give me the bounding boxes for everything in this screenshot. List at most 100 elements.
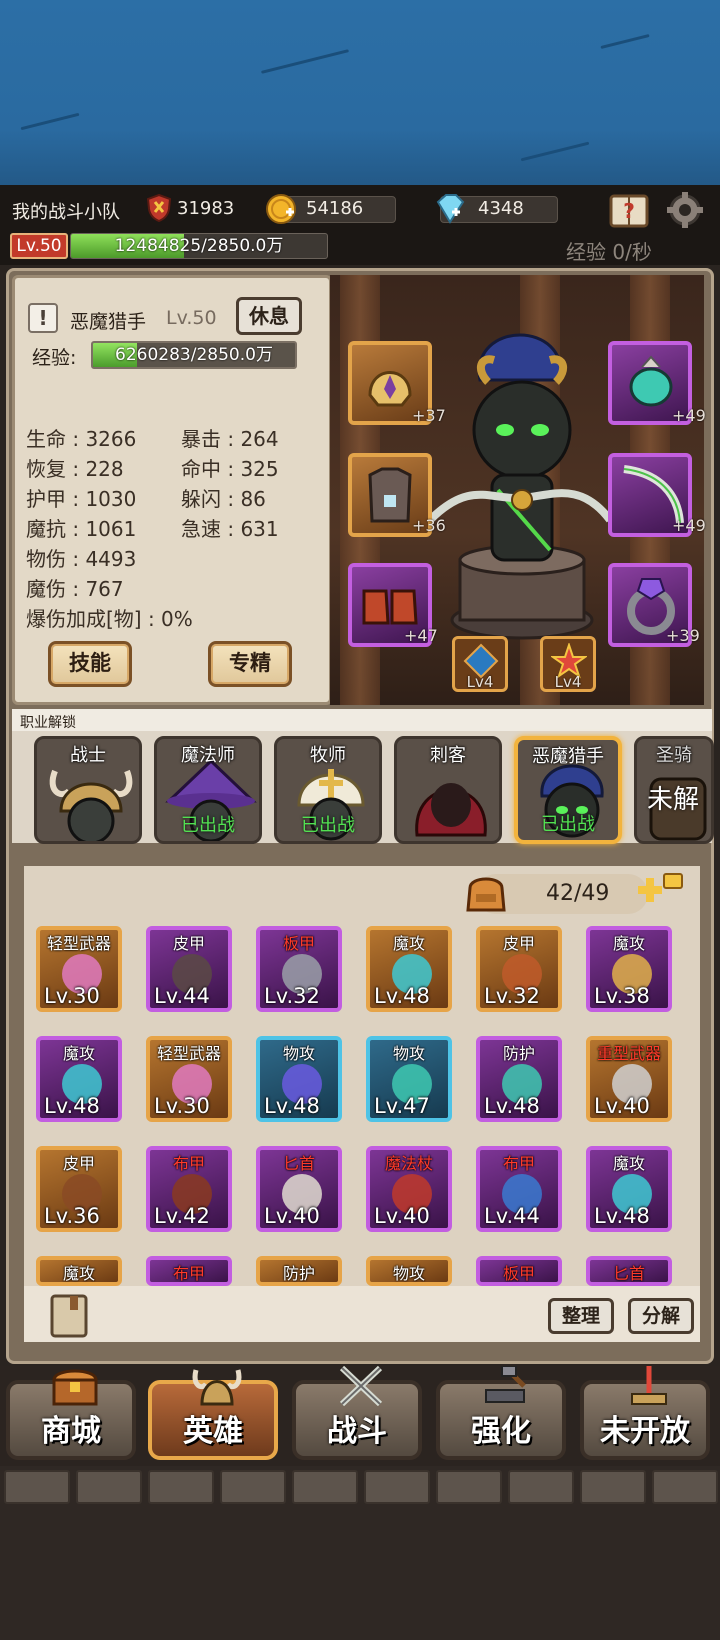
nav-locked[interactable]: 未开放 [580,1366,710,1460]
inventory-item[interactable]: 防护 [256,1256,342,1286]
amulet-plus: +49 [672,406,706,425]
nav-hero[interactable]: 英雄 [148,1369,278,1460]
class-card-paladin[interactable]: 圣骑 未解 [634,736,714,844]
skill-button[interactable]: 技能 [48,641,132,687]
class-name: 魔法师 [181,745,235,766]
gem-slot-1[interactable]: Lv4 [452,636,508,692]
player-exp-text: 12484825/2850.0万 [114,236,284,256]
inventory-item[interactable]: 魔攻 Lv.48 [586,1146,672,1232]
inventory-item[interactable]: 布甲 [146,1256,232,1286]
item-level: Lv.48 [594,1204,650,1228]
class-status: 已出战 [541,814,595,835]
inventory-item[interactable]: 物攻 [366,1256,452,1286]
mastery-button[interactable]: 专精 [208,641,292,687]
team-power: 31983 [177,198,235,219]
brick [4,1470,70,1504]
inventory-item[interactable]: 皮甲 Lv.44 [146,926,232,1012]
expand-bag-icon[interactable] [632,870,684,910]
inventory-item[interactable]: 匕首 Lv.40 [256,1146,342,1232]
class-card-mage[interactable]: 魔法师 已出战 [154,736,262,844]
class-card-demon-hunter[interactable]: 恶魔猎手 已出战 [514,736,622,844]
item-level: Lv.40 [594,1094,650,1118]
item-type: 板甲 [282,934,315,953]
class-name: 牧师 [310,745,346,766]
inventory-item[interactable]: 重型武器 Lv.40 [586,1036,672,1122]
item-type: 物攻 [392,1264,425,1283]
stat-regen: 恢复 : 228 [26,457,124,481]
inventory-item[interactable]: 布甲 Lv.44 [476,1146,562,1232]
crossed-swords-icon [339,1366,383,1406]
journal-icon[interactable] [48,1292,90,1340]
stat-pdmg: 物伤 : 4493 [26,547,137,571]
assassin-portrait [415,783,487,837]
nav-hero-label: 英雄 [183,1414,243,1449]
inventory-item[interactable]: 魔攻 Lv.38 [586,926,672,1012]
inventory-item[interactable]: 布甲 Lv.42 [146,1146,232,1232]
inventory-item[interactable]: 魔法杖 Lv.40 [366,1146,452,1232]
item-type: 魔攻 [62,1044,95,1063]
hero-portrait [430,333,610,640]
decompose-button[interactable]: 分解 [628,1298,694,1334]
sort-button[interactable]: 整理 [548,1298,614,1334]
class-card-warrior[interactable]: 战士 [34,736,142,844]
armor-icon [368,467,412,523]
item-level: Lv.42 [154,1204,210,1228]
class-card-assassin[interactable]: 刺客 [394,736,502,844]
shield-icon [146,194,172,222]
item-level: Lv.36 [44,1204,100,1228]
team-name: 我的战斗小队 [12,202,120,223]
nav-battle[interactable]: 战斗 [292,1366,422,1460]
stat-crit: 暴击 : 264 [181,427,279,451]
quest-book-icon[interactable]: ? [608,190,650,230]
nav-upgrade[interactable]: 强化 [436,1366,566,1460]
item-type: 重型武器 [596,1044,661,1063]
inventory-item[interactable]: 匕首 [586,1256,672,1286]
diamond-icon[interactable] [434,192,466,226]
stat-hp: 生命 : 3266 [26,427,137,451]
gem-1-level: Lv4 [466,673,494,691]
inventory-item[interactable]: 板甲 [476,1256,562,1286]
class-header [12,709,712,731]
sword-altar-icon [631,1366,667,1405]
item-level: Lv.38 [594,984,650,1008]
inventory-item[interactable]: 板甲 Lv.32 [256,926,342,1012]
hero-exp-bar: 6260283/2850.0万 [91,341,297,369]
gold-coin-icon[interactable] [264,192,298,226]
brick [148,1470,214,1504]
nav-shop-label: 商城 [41,1414,101,1449]
item-type: 匕首 [282,1154,315,1173]
inventory-item[interactable]: 防护 Lv.48 [476,1036,562,1122]
nav-upgrade-label: 强化 [471,1414,531,1449]
helmet-plus: +37 [412,406,446,425]
nav-battle-label: 战斗 [327,1414,387,1449]
amulet-icon [629,355,673,407]
inventory-item[interactable]: 物攻 Lv.47 [366,1036,452,1122]
item-type: 魔法杖 [384,1154,433,1173]
inventory-item[interactable]: 魔攻 Lv.48 [366,926,452,1012]
stat-dodge: 躲闪 : 86 [181,487,266,511]
info-icon[interactable]: ! [28,303,58,333]
stat-armor: 护甲 : 1030 [26,487,137,511]
class-card-priest[interactable]: 牧师 已出战 [274,736,382,844]
item-level: Lv.48 [374,984,430,1008]
nav-shop[interactable]: 商城 [6,1369,136,1460]
inventory-item[interactable]: 物攻 Lv.48 [256,1036,342,1122]
gem-slot-2[interactable]: Lv4 [540,636,596,692]
inventory-item[interactable]: 皮甲 Lv.36 [36,1146,122,1232]
inventory-item[interactable]: 轻型武器 Lv.30 [146,1036,232,1122]
stat-critdmg: 爆伤加成[物] : 0% [26,607,193,631]
item-type: 轻型武器 [46,934,111,953]
inventory-item[interactable]: 魔攻 Lv.48 [36,1036,122,1122]
gear-icon[interactable] [664,190,706,230]
inventory-item[interactable]: 皮甲 Lv.32 [476,926,562,1012]
ring-plus: +39 [666,626,700,645]
item-type: 物攻 [392,1044,425,1063]
anvil-hammer-icon [485,1366,526,1403]
inventory-item[interactable]: 轻型武器 Lv.30 [36,926,122,1012]
item-type: 布甲 [172,1264,205,1283]
inventory-item[interactable]: 魔攻 [36,1256,122,1286]
item-level: Lv.44 [154,984,210,1008]
item-type: 布甲 [502,1154,535,1173]
rest-button[interactable]: 休息 [236,297,302,335]
item-level: Lv.40 [264,1204,320,1228]
